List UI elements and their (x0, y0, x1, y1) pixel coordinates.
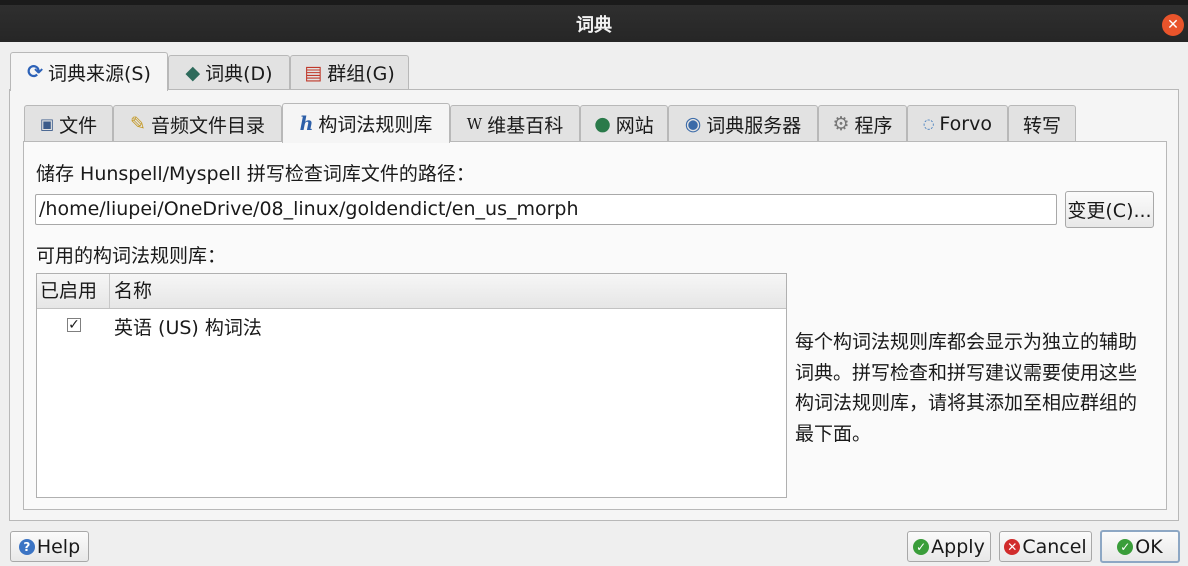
apply-label: Apply (931, 535, 985, 558)
tab-transliteration-label: 转写 (1022, 114, 1061, 137)
file-icon: ▣ (39, 115, 55, 133)
path-input[interactable]: /home/liupei/OneDrive/08_linux/goldendic… (35, 194, 1057, 225)
morphology-table: 已启用 名称 ✓ 英语 (US) 构词法 (36, 273, 787, 498)
info-line: 每个构词法规则库都会显示为独立的辅助 (795, 331, 1138, 353)
tab-forvo[interactable]: ◌ Forvo (907, 105, 1008, 142)
tab-wikipedia-label: 维基百科 (487, 114, 564, 137)
close-icon: ✕ (1167, 17, 1179, 33)
tab-forvo-label: Forvo (939, 113, 992, 135)
tab-files[interactable]: ▣ 文件 (24, 105, 113, 142)
tab-dictionaries[interactable]: ◆ 词典(D) (168, 55, 290, 89)
column-enabled-header[interactable]: 已启用 (37, 274, 110, 308)
tab-dict-servers[interactable]: ◉ 词典服务器 (668, 105, 818, 142)
info-line: 构词法规则库，请将其添加至相应群组的 (795, 392, 1138, 414)
tab-programs-label: 程序 (854, 114, 893, 137)
refresh-icon: ⟳ (27, 61, 44, 83)
tab-sources-label: 词典来源(S) (48, 62, 151, 85)
ok-button[interactable]: ✓ OK (1100, 530, 1180, 563)
cancel-button[interactable]: ✕ Cancel (999, 531, 1092, 562)
enabled-checkbox[interactable]: ✓ (67, 318, 81, 332)
tab-files-label: 文件 (59, 114, 98, 137)
info-line: 词典。拼写检查和拼写建议需要使用这些 (795, 361, 1138, 384)
tab-programs[interactable]: ⚙ 程序 (818, 105, 907, 142)
gear-icon: ⚙ (832, 113, 850, 135)
info-line: 最下面。 (795, 422, 872, 445)
window-title: 词典 (576, 15, 612, 36)
available-label: 可用的构词法规则库： (36, 245, 227, 267)
forvo-icon: ◌ (923, 116, 935, 132)
title-bar: 词典 ✕ (0, 0, 1188, 42)
table-header: 已启用 名称 (37, 274, 786, 309)
help-label: Help (36, 535, 81, 558)
tab-wikipedia[interactable]: W 维基百科 (450, 105, 580, 142)
change-path-button[interactable]: 变更(C)... (1065, 191, 1154, 228)
tab-groups-label: 群组(G) (327, 63, 395, 85)
book-icon: ◆ (185, 61, 201, 84)
path-label: 储存 Hunspell/Myspell 拼写检查词库文件的路径： (36, 163, 475, 185)
wikipedia-icon: W (466, 115, 483, 133)
tab-transliteration[interactable]: 转写 (1008, 105, 1076, 142)
close-button[interactable]: ✕ (1162, 14, 1184, 36)
books-icon: ▤ (304, 61, 323, 84)
folder-audio-icon: ✎ (130, 113, 146, 135)
globe-icon: ● (594, 113, 611, 135)
table-row[interactable]: ✓ 英语 (US) 构词法 (37, 309, 786, 343)
tab-dict-servers-label: 词典服务器 (706, 114, 802, 137)
tab-sound-dirs[interactable]: ✎ 音频文件目录 (113, 105, 282, 142)
column-name-header[interactable]: 名称 (110, 274, 786, 308)
check-icon: ✓ (1117, 538, 1134, 555)
cancel-label: Cancel (1022, 535, 1087, 558)
check-icon: ✓ (913, 538, 930, 555)
tab-groups[interactable]: ▤ 群组(G) (290, 55, 409, 89)
tab-sound-dirs-label: 音频文件目录 (150, 114, 265, 137)
help-button[interactable]: ? Help (10, 531, 89, 562)
info-text: 每个构词法规则库都会显示为独立的辅助 词典。拼写检查和拼写建议需要使用这些 构词… (795, 327, 1157, 449)
cancel-icon: ✕ (1004, 538, 1021, 555)
apply-button[interactable]: ✓ Apply (907, 531, 991, 562)
server-icon: ◉ (684, 113, 702, 135)
help-icon: ? (18, 538, 35, 555)
tab-websites[interactable]: ● 网站 (580, 105, 668, 142)
h-icon: h (299, 112, 314, 135)
tab-morphology-label: 构词法规则库 (318, 114, 433, 136)
tab-websites-label: 网站 (615, 114, 654, 137)
ok-label: OK (1135, 535, 1163, 558)
tab-sources[interactable]: ⟳ 词典来源(S) (10, 52, 168, 91)
tab-dictionaries-label: 词典(D) (205, 63, 273, 85)
tab-morphology[interactable]: h 构词法规则库 (282, 103, 450, 143)
row-name: 英语 (US) 构词法 (114, 317, 262, 339)
